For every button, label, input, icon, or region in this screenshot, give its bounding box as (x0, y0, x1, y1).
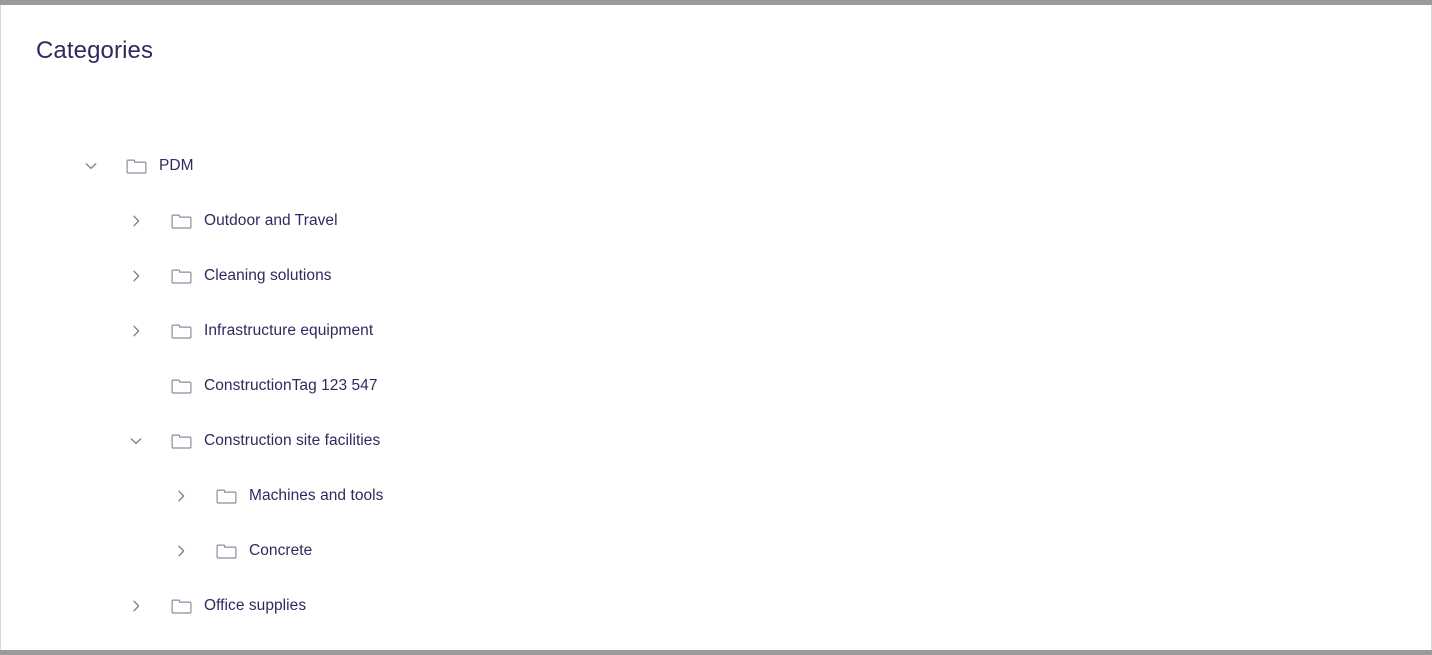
chevron-right-icon[interactable] (169, 484, 193, 508)
tree-node-label[interactable]: ConstructionTag 123 547 (204, 375, 378, 397)
tree-row[interactable]: ConstructionTag 123 547 (1, 358, 1431, 413)
tree-node-label[interactable]: Infrastructure equipment (204, 320, 373, 342)
tree-node-label[interactable]: Outdoor and Travel (204, 210, 338, 232)
folder-icon (170, 595, 192, 617)
folder-icon (170, 265, 192, 287)
app-viewport: Categories PDM Outdoor and Travel Cleaning… (0, 0, 1432, 655)
tree-node-label[interactable]: PDM (159, 155, 194, 177)
window-bottom-bar (0, 650, 1432, 655)
folder-icon (170, 320, 192, 342)
tree-node-label[interactable]: Office supplies (204, 595, 306, 617)
tree-node-label[interactable]: Cleaning solutions (204, 265, 332, 287)
tree-row[interactable]: Machines and tools (1, 468, 1431, 523)
tree-node-label[interactable]: Machines and tools (249, 485, 383, 507)
tree-node-label[interactable]: Construction site facilities (204, 430, 380, 452)
categories-tree: PDM Outdoor and Travel Cleaning solutions I… (1, 138, 1431, 633)
chevron-right-icon[interactable] (124, 209, 148, 233)
chevron-down-icon[interactable] (124, 429, 148, 453)
categories-page: Categories PDM Outdoor and Travel Cleaning… (1, 5, 1431, 650)
tree-row[interactable]: Concrete (1, 523, 1431, 578)
tree-row[interactable]: Construction site facilities (1, 413, 1431, 468)
folder-icon (170, 430, 192, 452)
chevron-right-icon[interactable] (169, 539, 193, 563)
chevron-right-icon[interactable] (124, 264, 148, 288)
folder-icon (170, 375, 192, 397)
tree-node-label[interactable]: Concrete (249, 540, 312, 562)
folder-icon (170, 210, 192, 232)
chevron-right-icon[interactable] (124, 319, 148, 343)
tree-row[interactable]: PDM (1, 138, 1431, 193)
chevron-right-icon[interactable] (124, 594, 148, 618)
tree-row[interactable]: Infrastructure equipment (1, 303, 1431, 358)
folder-icon (125, 155, 147, 177)
tree-row[interactable]: Outdoor and Travel (1, 193, 1431, 248)
tree-row[interactable]: Cleaning solutions (1, 248, 1431, 303)
page-title: Categories (36, 37, 154, 64)
folder-icon (215, 540, 237, 562)
chevron-down-icon[interactable] (79, 154, 103, 178)
folder-icon (215, 485, 237, 507)
tree-row[interactable]: Office supplies (1, 578, 1431, 633)
